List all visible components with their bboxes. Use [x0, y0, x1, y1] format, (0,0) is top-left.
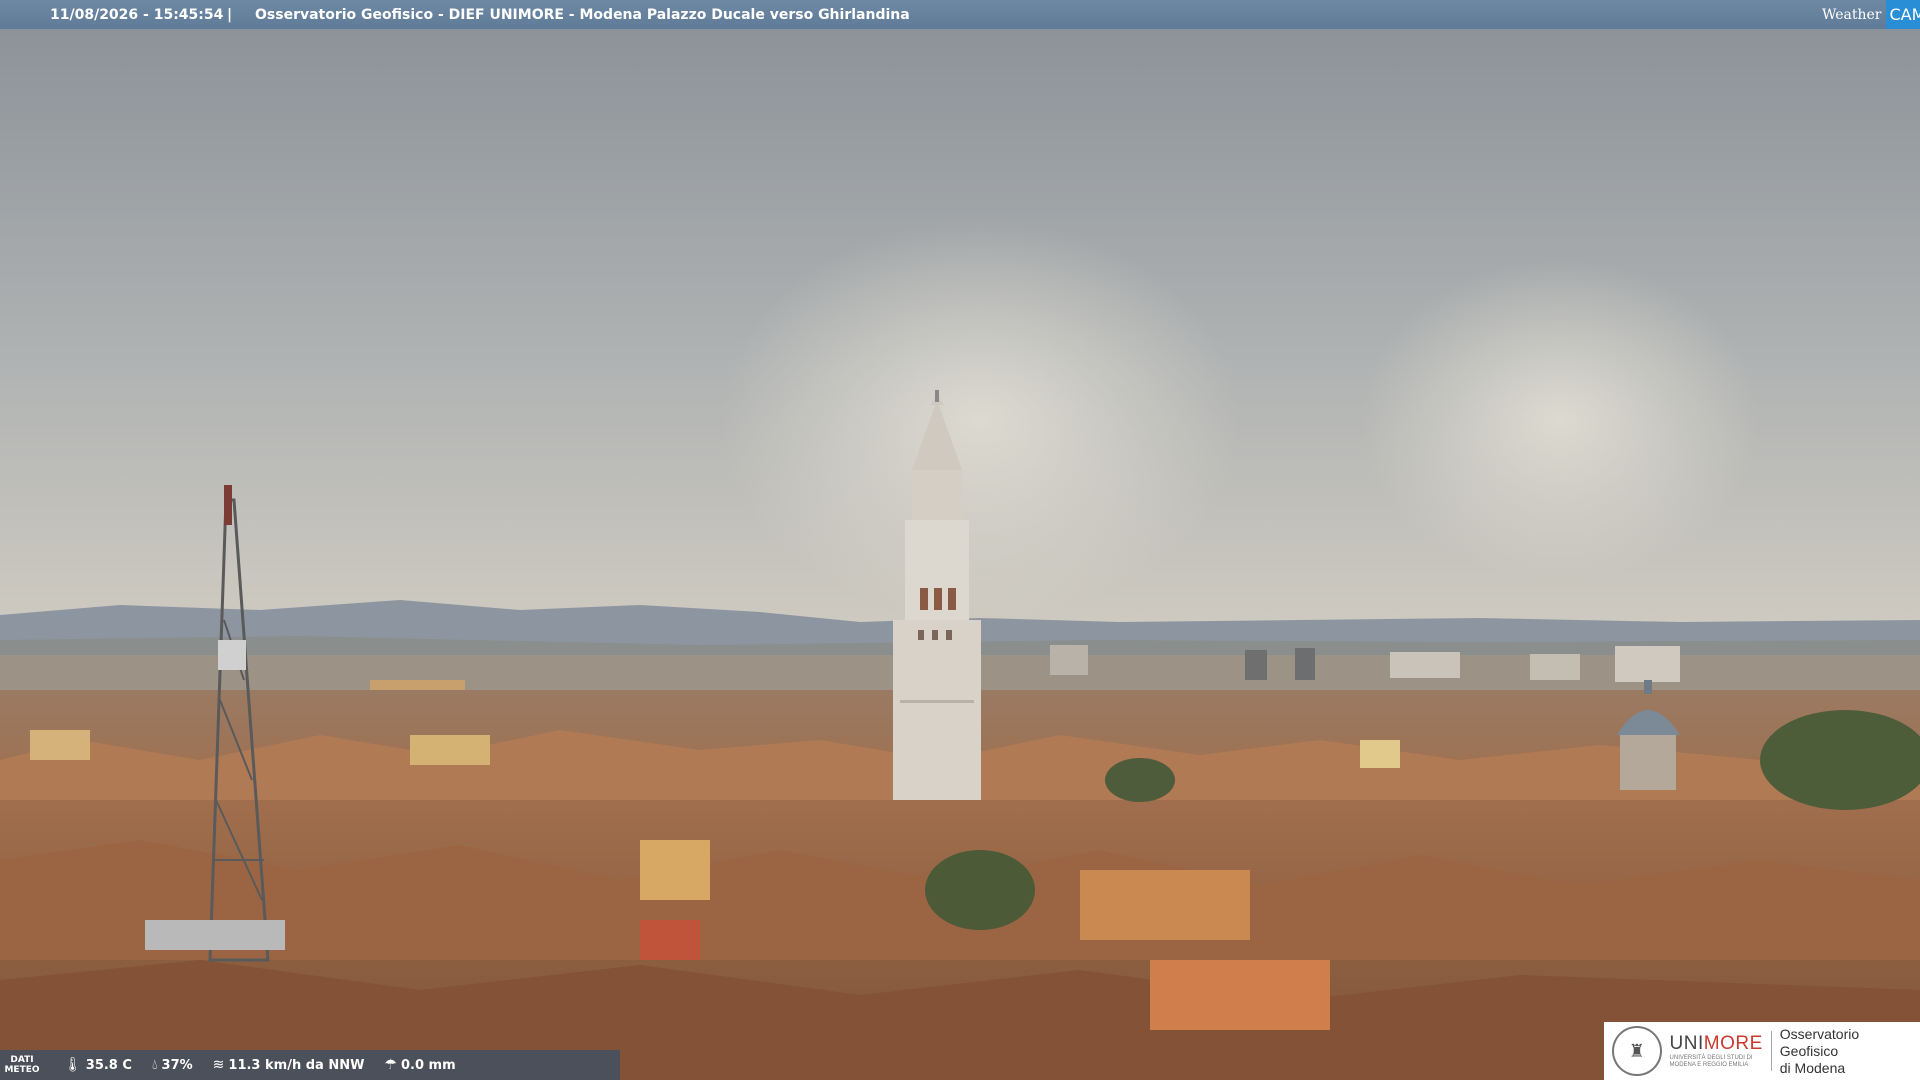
unimore-logo-box: ♜ UNIMORE UNIVERSITÀ DEGLI STUDI DI MODE… [1604, 1022, 1920, 1080]
temperature-value: 35.8 C [85, 1057, 132, 1073]
university-seal-icon: ♜ [1612, 1026, 1662, 1076]
timestamp: 11/08/2026 - 15:45:54 [50, 6, 224, 23]
rain-value: 0.0 mm [401, 1057, 456, 1073]
logo-cam-text: CAM [1885, 0, 1920, 29]
webcam-frame: 11/08/2026 - 15:45:54 | Osservatorio Geo… [0, 0, 1920, 1080]
weathercam-logo[interactable]: Weather CAM [1818, 0, 1920, 29]
city-panorama-image [0, 0, 1920, 1080]
rain-reading: ☂︎ 0.0 mm [384, 1057, 455, 1073]
wind-value: 11.3 km/h da NNW [228, 1057, 365, 1073]
weather-data-bar: DATI METEO 🌡︎ 35.8 C 💧︎ 37% ≋ 11.3 km/h … [0, 1050, 620, 1080]
wind-icon: ≋ [212, 1057, 225, 1073]
logo-weather-text: Weather [1822, 6, 1882, 23]
header-bar: 11/08/2026 - 15:45:54 | Osservatorio Geo… [0, 0, 1920, 29]
humidity-reading: 💧︎ 37% [152, 1057, 193, 1073]
logo-divider [1770, 1031, 1772, 1071]
thermometer-icon: 🌡︎ [64, 1057, 82, 1073]
wind-reading: ≋ 11.3 km/h da NNW [213, 1057, 365, 1073]
header-separator: | [227, 6, 233, 23]
university-wordmark: UNIMORE UNIVERSITÀ DEGLI STUDI DI MODENA… [1669, 1033, 1763, 1068]
rain-icon: ☂︎ [384, 1057, 397, 1073]
observatory-name: Osservatorio Geofisico di Modena [1779, 1025, 1860, 1076]
droplet-icon: 💧︎ [151, 1057, 158, 1073]
weather-label: DATI METEO [4, 1055, 40, 1075]
camera-title: Osservatorio Geofisico - DIEF UNIMORE - … [255, 6, 910, 23]
temperature-reading: 🌡︎ 35.8 C [64, 1057, 132, 1073]
humidity-value: 37% [161, 1057, 193, 1073]
